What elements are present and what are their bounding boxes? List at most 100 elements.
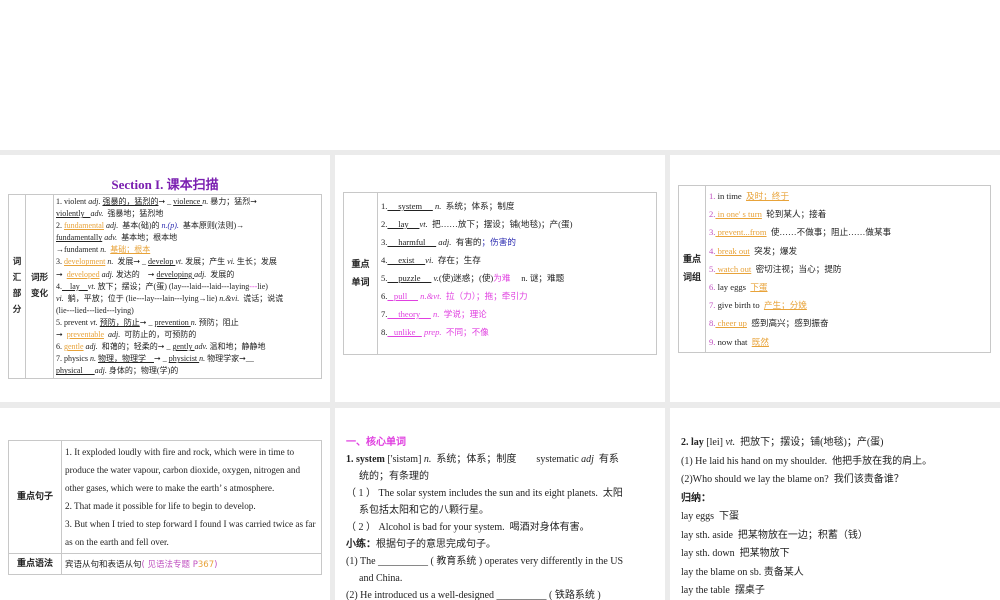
text-segment: physical <box>56 366 95 376</box>
text-segment: (1) He laid his hand on my shoulder. 他把手… <box>681 455 933 467</box>
text-segment: 1. system <box>346 454 385 465</box>
label-key-sentences: 重点句子 <box>8 440 62 554</box>
text-segment: gently <box>172 342 195 352</box>
text-segment: preventable <box>66 330 105 340</box>
text-segment: n.(p). <box>161 221 179 231</box>
text-segment: lay <box>387 219 420 229</box>
text-segment: develop <box>148 257 176 267</box>
text-segment: n. <box>430 309 440 319</box>
text-segment: 谎话；说谎 <box>239 293 284 303</box>
text-segment: 3. <box>56 257 64 267</box>
text-line: lay sth. aside 把某物放在一边；积蓄（钱） <box>681 527 993 546</box>
text-line: （ 2 ） Alcohol is bad for your system. 喝酒… <box>346 519 658 536</box>
slide-thumbnail-2[interactable]: 重点单词 1. system n. 系统；体系；制度 2. lay vt. 把……… <box>335 155 665 402</box>
text-segment: 使……不做事；阻止……做某事 <box>766 227 892 238</box>
text-segment: violence <box>173 197 203 206</box>
text-segment: 基本(础)的 <box>118 221 162 231</box>
grammar-reference[interactable]: ( 见语法专题 P <box>142 560 198 570</box>
text-line: physical adj. 身体的；物理(学)的 <box>56 365 319 377</box>
text-line: (lie---lied---lied---lying) <box>56 305 319 317</box>
text-segment: 有系 <box>593 454 619 465</box>
text-segment: 突发；爆发 <box>749 245 798 256</box>
text-segment: v. <box>431 273 439 283</box>
text-segment: 2. lay <box>681 437 704 448</box>
label-key-grammar: 重点语法 <box>8 553 62 575</box>
text-segment: （ 2 ） Alcohol is bad for your system. 喝酒… <box>346 522 590 533</box>
text-line: 1. in time 及时；终于 <box>709 187 987 205</box>
text-segment: harmful <box>387 237 437 247</box>
text-segment: 有害的 <box>451 237 482 247</box>
sentence: 3. But when I tried to step forward I fo… <box>65 519 316 547</box>
slide-thumbnail-5[interactable]: 一、核心单词 1. system ['sistəm] n. 系统；体系；制度 s… <box>335 408 665 600</box>
text-segment: lay eggs 下蛋 <box>681 511 740 522</box>
text-line: 1. violent adj. 强暴的，猛烈的➞ _ violence n. 暴… <box>56 196 319 208</box>
text-segment: 预防，防止 <box>99 317 140 327</box>
label-key-words: 重点单词 <box>343 192 378 355</box>
key-words-table: 重点单词 1. system n. 系统；体系；制度 2. lay vt. 把……… <box>343 192 657 355</box>
text-segment: vi. <box>56 293 64 303</box>
text-segment: 产生；分娩 <box>763 300 807 311</box>
text-segment: [lei] <box>703 437 726 448</box>
text-line: (1) He laid his hand on my shoulder. 他把手… <box>681 453 993 472</box>
text-line: 5. prevent vt. 预防，防止➞ _ prevention n. 预防… <box>56 317 319 329</box>
slide-thumbnail-4[interactable]: 重点句子 1. It exploded loudly with fire and… <box>0 408 330 600</box>
vocab-table: 词汇部分 词形变化 1. violent adj. 强暴的，猛烈的➞ _ vio… <box>8 193 322 380</box>
text-segment: ➞ <box>56 330 67 340</box>
text-segment: 不同；不像 <box>441 327 489 337</box>
text-segment: adj. <box>194 269 207 279</box>
grammar-page[interactable]: 367 <box>198 560 214 570</box>
text-segment: vt. <box>87 281 96 291</box>
text-segment: fundamentally <box>56 233 103 243</box>
text-segment: (使)迷惑；(使) <box>438 273 494 283</box>
text-segment: lay <box>62 281 88 291</box>
text-segment: ；伤害的 <box>481 237 516 247</box>
text-segment: adj. <box>94 366 107 376</box>
text-line: ➞ preventable adj. 可防止的，可预防的 <box>56 329 319 341</box>
text-segment: ➞ _ <box>139 317 155 327</box>
text-line: lay sth. down 把某物放下 <box>681 545 993 564</box>
text-line: ➞ developed adj. 发达的 ➞ developing adj. 发… <box>56 269 319 281</box>
text-segment: now that <box>715 336 752 347</box>
text-line: 4. lay vt. 放下；摆设；产(蛋) (lay---laid---laid… <box>56 281 319 293</box>
grammar-reference-close: ) <box>214 560 218 570</box>
slide-title: Section I. 课本扫描 <box>111 177 219 192</box>
text-segment: watch out <box>715 263 752 274</box>
label-key-phrases: 重点词组 <box>678 185 706 353</box>
slide-thumbnail-6[interactable]: 2. lay [lei] vt. 把放下；摆设；铺(地毯)；产(蛋) (1) He… <box>670 408 1000 600</box>
text-line: 4. break out 突发；爆发 <box>709 242 987 260</box>
text-segment: 学说；理论 <box>439 309 487 319</box>
empty-top-area <box>0 0 1000 150</box>
text-segment: n. 谜；难题 <box>510 273 565 283</box>
text-segment: 强暴地；猛烈地 <box>103 209 164 219</box>
text-segment: lay sth. aside 把某物放在一边；积蓄（钱） <box>681 529 868 541</box>
text-segment: 生长；发展 <box>234 257 277 267</box>
slide-thumbnail-3[interactable]: 重点词组 1. in time 及时；终于 2. in one' s turn 轮… <box>670 155 1000 402</box>
text-segment: ['sistəm] <box>384 454 424 465</box>
text-segment: (1) The __________ ( 教育系统 ) operates ver… <box>346 556 624 567</box>
slide-thumbnail-1[interactable]: Section I. 课本扫描 词汇部分 词形变化 1. violent adj… <box>0 155 330 402</box>
text-line: 3. harmful adj. 有害的；伤害的 <box>381 233 653 251</box>
text-segment: 根据句子的意思完成句子。 <box>376 539 496 550</box>
grammar-topic: 宾语从句和表语从句 <box>65 560 142 570</box>
text-segment: adj <box>581 454 594 465</box>
text-line: and China. <box>346 570 658 587</box>
text-segment: 温和地；静静地 <box>207 342 266 352</box>
label-vocab-part: 词汇部分 <box>8 193 26 380</box>
text-segment: 发达的 ➞ <box>113 269 157 279</box>
key-grammar-cell: 宾语从句和表语从句( 见语法专题 P367) <box>61 553 322 575</box>
text-line: fundamentally adv. 基本地；根本地 <box>56 232 319 244</box>
text-segment: 归纳： <box>681 492 711 504</box>
label-text: 词形变化 <box>30 273 48 300</box>
text-line: 8. unlike prep. 不同；不像 <box>381 323 653 341</box>
text-line: 3. development n. 发展➞ _ develop vt. 发展；产… <box>56 256 319 268</box>
text-segment: ➞ <box>56 269 67 279</box>
text-line: 系包括太阳和它的八颗行星。 <box>346 502 658 519</box>
text-segment: ➞ _ <box>154 354 169 364</box>
text-segment: pull <box>387 291 419 301</box>
text-line: 6. lay eggs 下蛋 <box>709 278 987 296</box>
text-segment: 基础；根本 <box>110 245 151 255</box>
text-segment: 轮到某人；接着 <box>761 209 827 220</box>
text-segment: 存在；生存 <box>433 255 481 265</box>
text-segment: 及时；终于 <box>746 191 789 201</box>
text-line: 2. fundamental adj. 基本(础)的 n.(p). 基本原则(法… <box>56 220 319 232</box>
